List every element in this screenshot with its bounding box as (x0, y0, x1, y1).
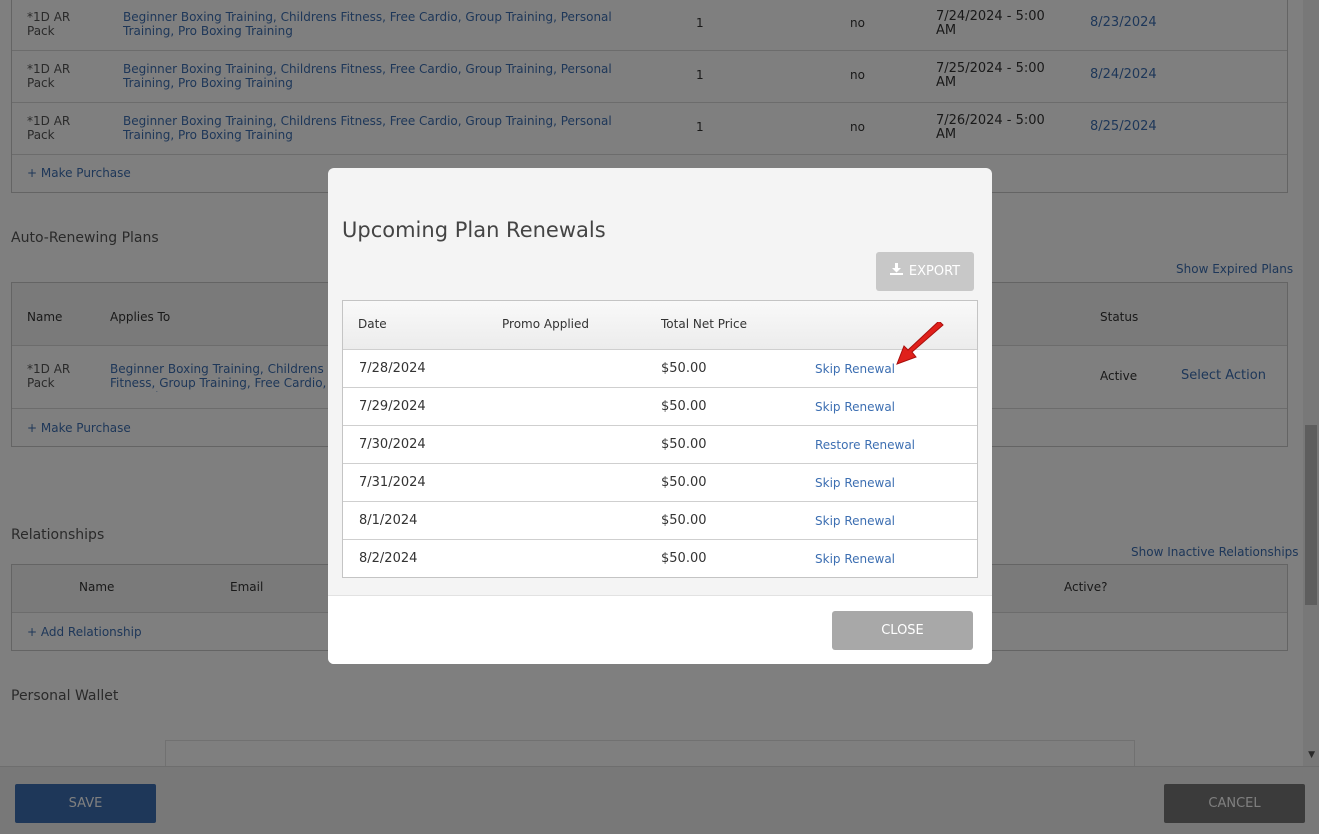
table-row: 7/30/2024 $50.00 Restore Renewal (343, 426, 977, 464)
table-row: 7/29/2024 $50.00 Skip Renewal (343, 388, 977, 426)
skip-renewal-link[interactable]: Skip Renewal (815, 514, 895, 528)
column-promo-applied: Promo Applied (502, 317, 589, 331)
upcoming-plan-renewals-modal: Upcoming Plan Renewals EXPORT Date Promo… (328, 168, 992, 664)
close-button[interactable]: CLOSE (832, 611, 973, 650)
modal-footer: CLOSE (328, 595, 992, 664)
renewal-date: 7/28/2024 (359, 361, 426, 376)
renewal-date: 7/31/2024 (359, 475, 426, 490)
total-net-price: $50.00 (661, 551, 707, 566)
export-button[interactable]: EXPORT (876, 252, 974, 291)
total-net-price: $50.00 (661, 475, 707, 490)
renewal-date: 8/1/2024 (359, 513, 418, 528)
column-date: Date (358, 317, 387, 331)
download-icon (889, 252, 903, 291)
table-row: 8/2/2024 $50.00 Skip Renewal (343, 540, 977, 578)
table-row: 7/28/2024 $50.00 Skip Renewal (343, 350, 977, 388)
renewal-date: 8/2/2024 (359, 551, 418, 566)
annotation-arrow-icon (896, 322, 944, 365)
renewal-date: 7/30/2024 (359, 437, 426, 452)
modal-title: Upcoming Plan Renewals (342, 218, 606, 242)
skip-renewal-link[interactable]: Skip Renewal (815, 476, 895, 490)
table-row: 8/1/2024 $50.00 Skip Renewal (343, 502, 977, 540)
table-row: 7/31/2024 $50.00 Skip Renewal (343, 464, 977, 502)
total-net-price: $50.00 (661, 361, 707, 376)
renewals-table: Date Promo Applied Total Net Price 7/28/… (342, 300, 978, 578)
skip-renewal-link[interactable]: Skip Renewal (815, 400, 895, 414)
skip-renewal-link[interactable]: Skip Renewal (815, 362, 895, 376)
export-label: EXPORT (908, 264, 961, 279)
total-net-price: $50.00 (661, 399, 707, 414)
total-net-price: $50.00 (661, 437, 707, 452)
table-header: Date Promo Applied Total Net Price (343, 301, 977, 350)
skip-renewal-link[interactable]: Skip Renewal (815, 552, 895, 566)
column-total-net-price: Total Net Price (661, 317, 747, 331)
restore-renewal-link[interactable]: Restore Renewal (815, 438, 915, 452)
renewal-date: 7/29/2024 (359, 399, 426, 414)
total-net-price: $50.00 (661, 513, 707, 528)
